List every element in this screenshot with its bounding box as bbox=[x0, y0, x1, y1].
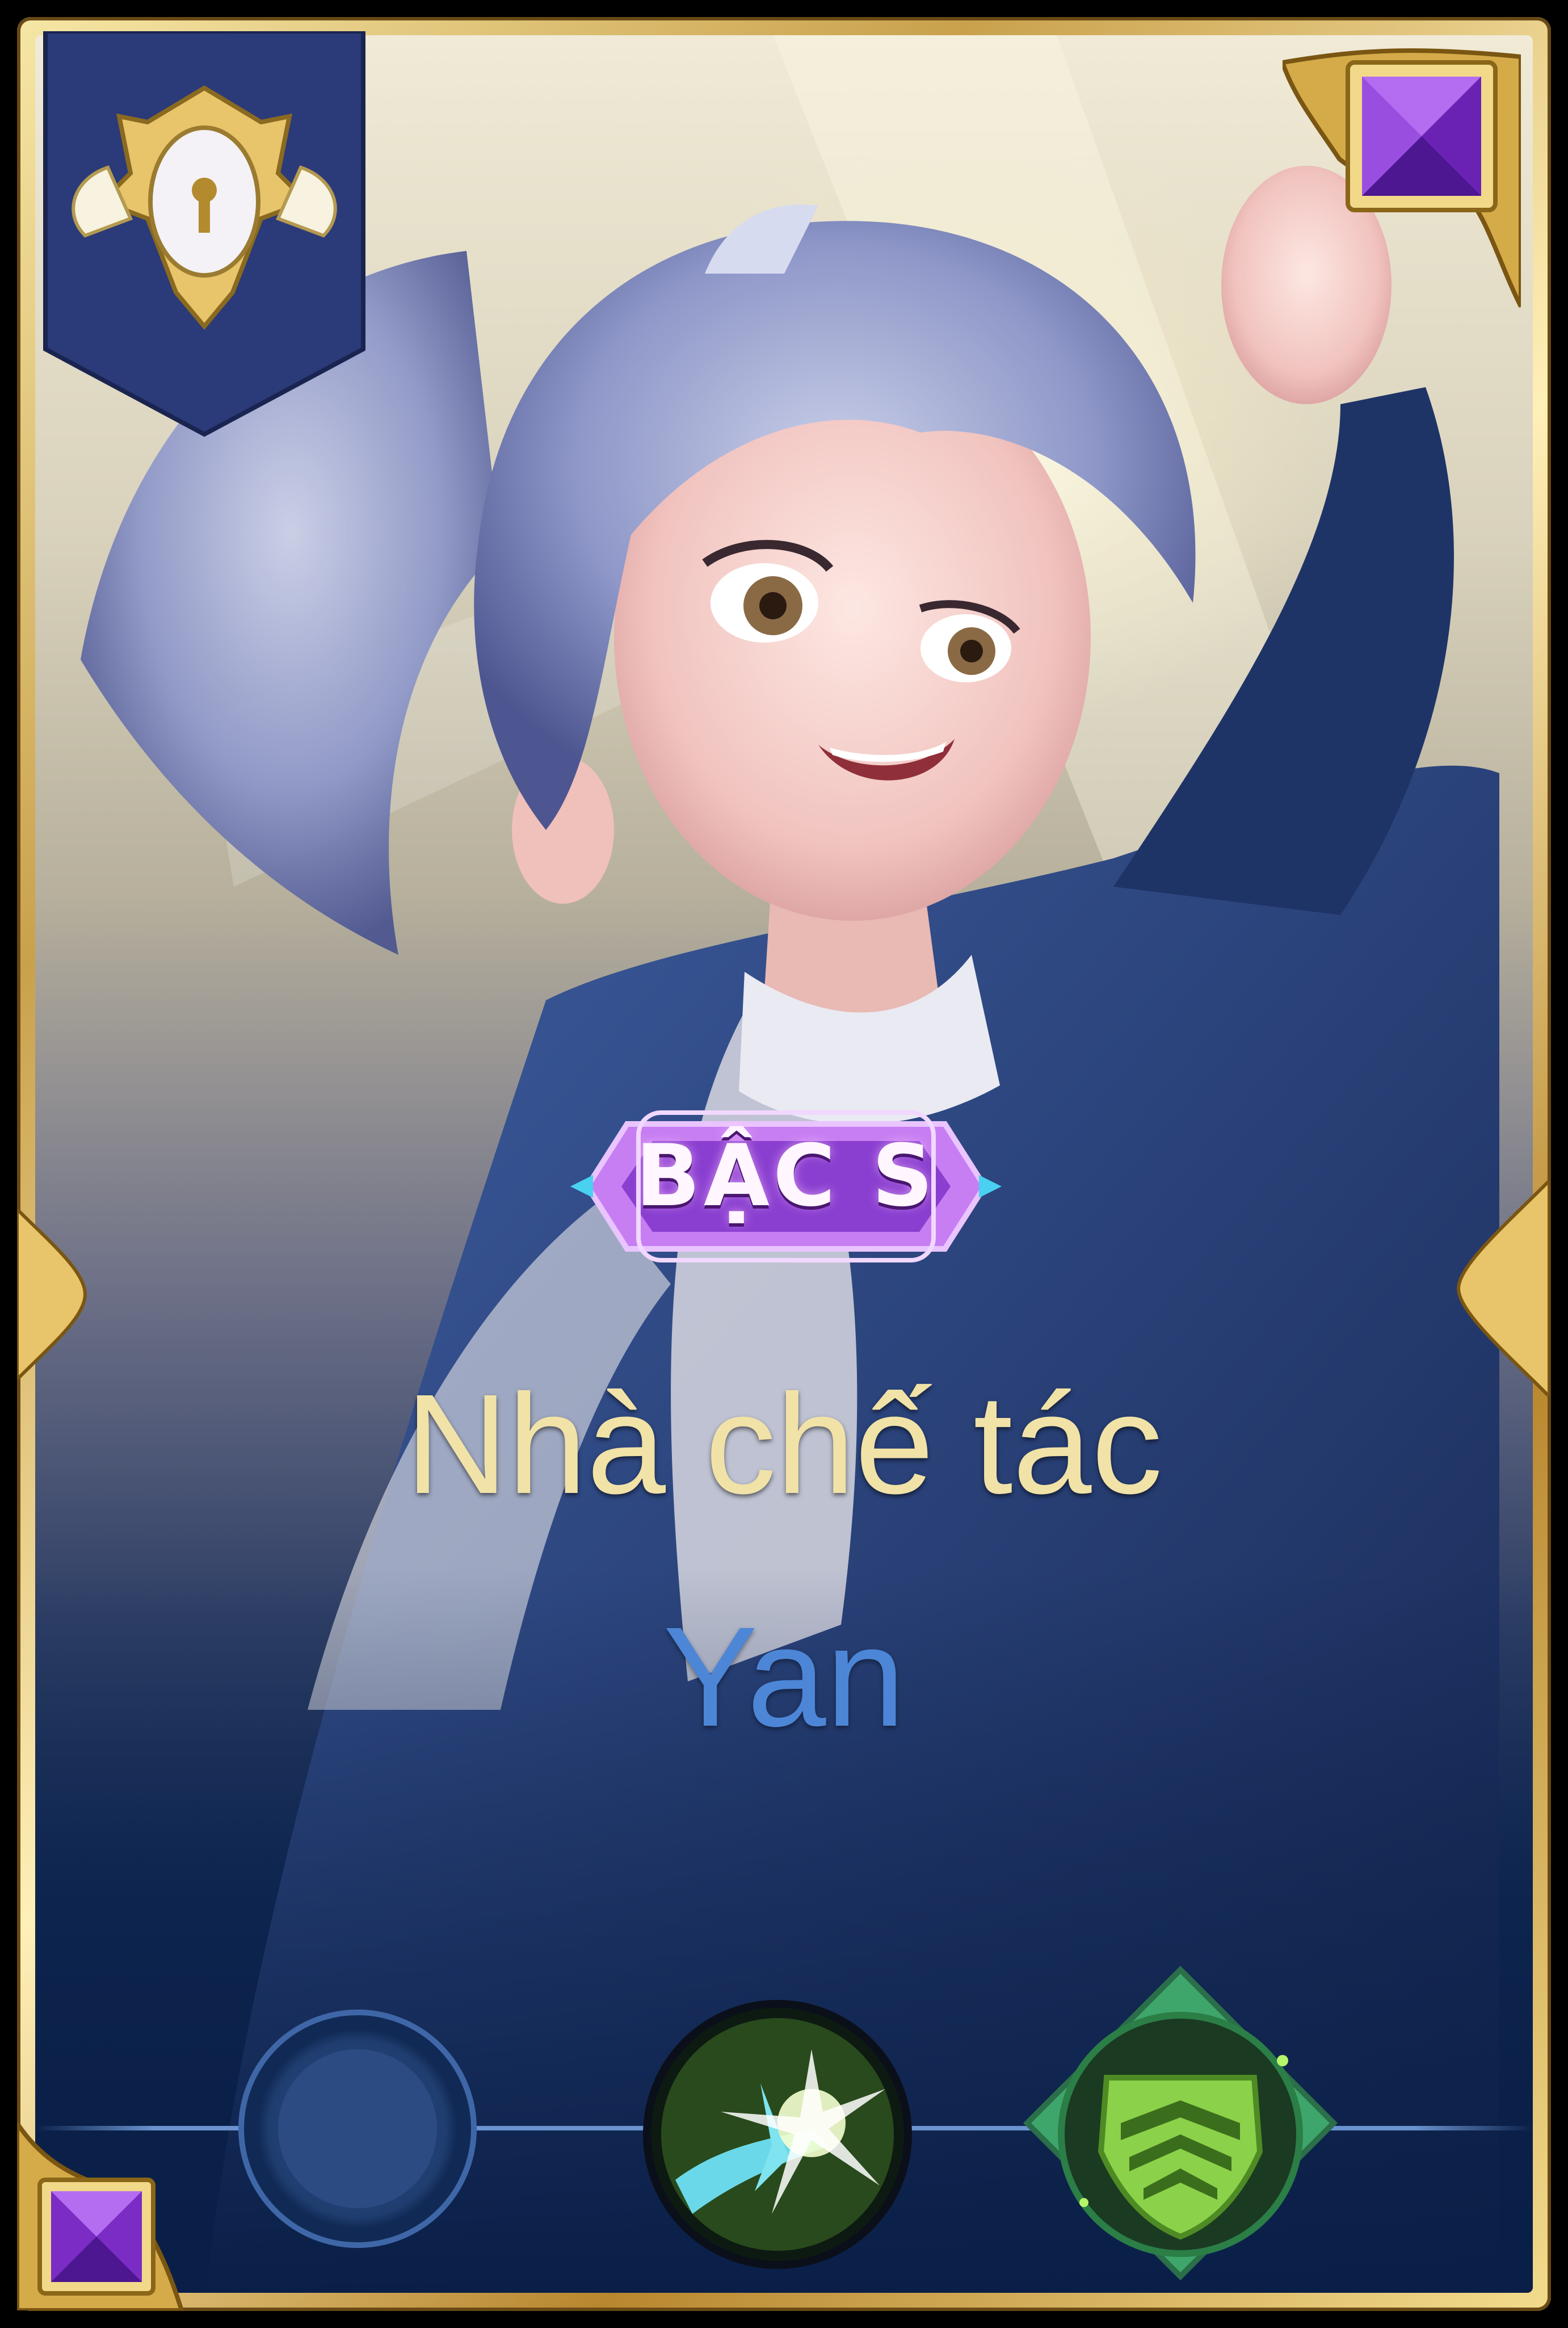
shield-skill-icon[interactable] bbox=[1021, 1964, 1339, 2282]
strike-skill-icon[interactable] bbox=[641, 1998, 914, 2271]
tier-label: BẬC S bbox=[635, 1127, 937, 1226]
purple-gem-icon bbox=[17, 2123, 184, 2310]
rank-emblem-icon bbox=[43, 31, 365, 437]
skill-slot-empty[interactable] bbox=[238, 2010, 477, 2248]
hero-name: Yan bbox=[663, 1597, 905, 1756]
frame-ornament-left bbox=[17, 1209, 87, 1379]
purple-gem-icon bbox=[1283, 48, 1521, 308]
skin-name: Nhà chế tác bbox=[405, 1365, 1163, 1523]
hero-skin-card[interactable]: BẬC S Nhà chế tác Yan bbox=[0, 0, 1568, 2328]
empty-slot-icon bbox=[278, 2049, 437, 2208]
